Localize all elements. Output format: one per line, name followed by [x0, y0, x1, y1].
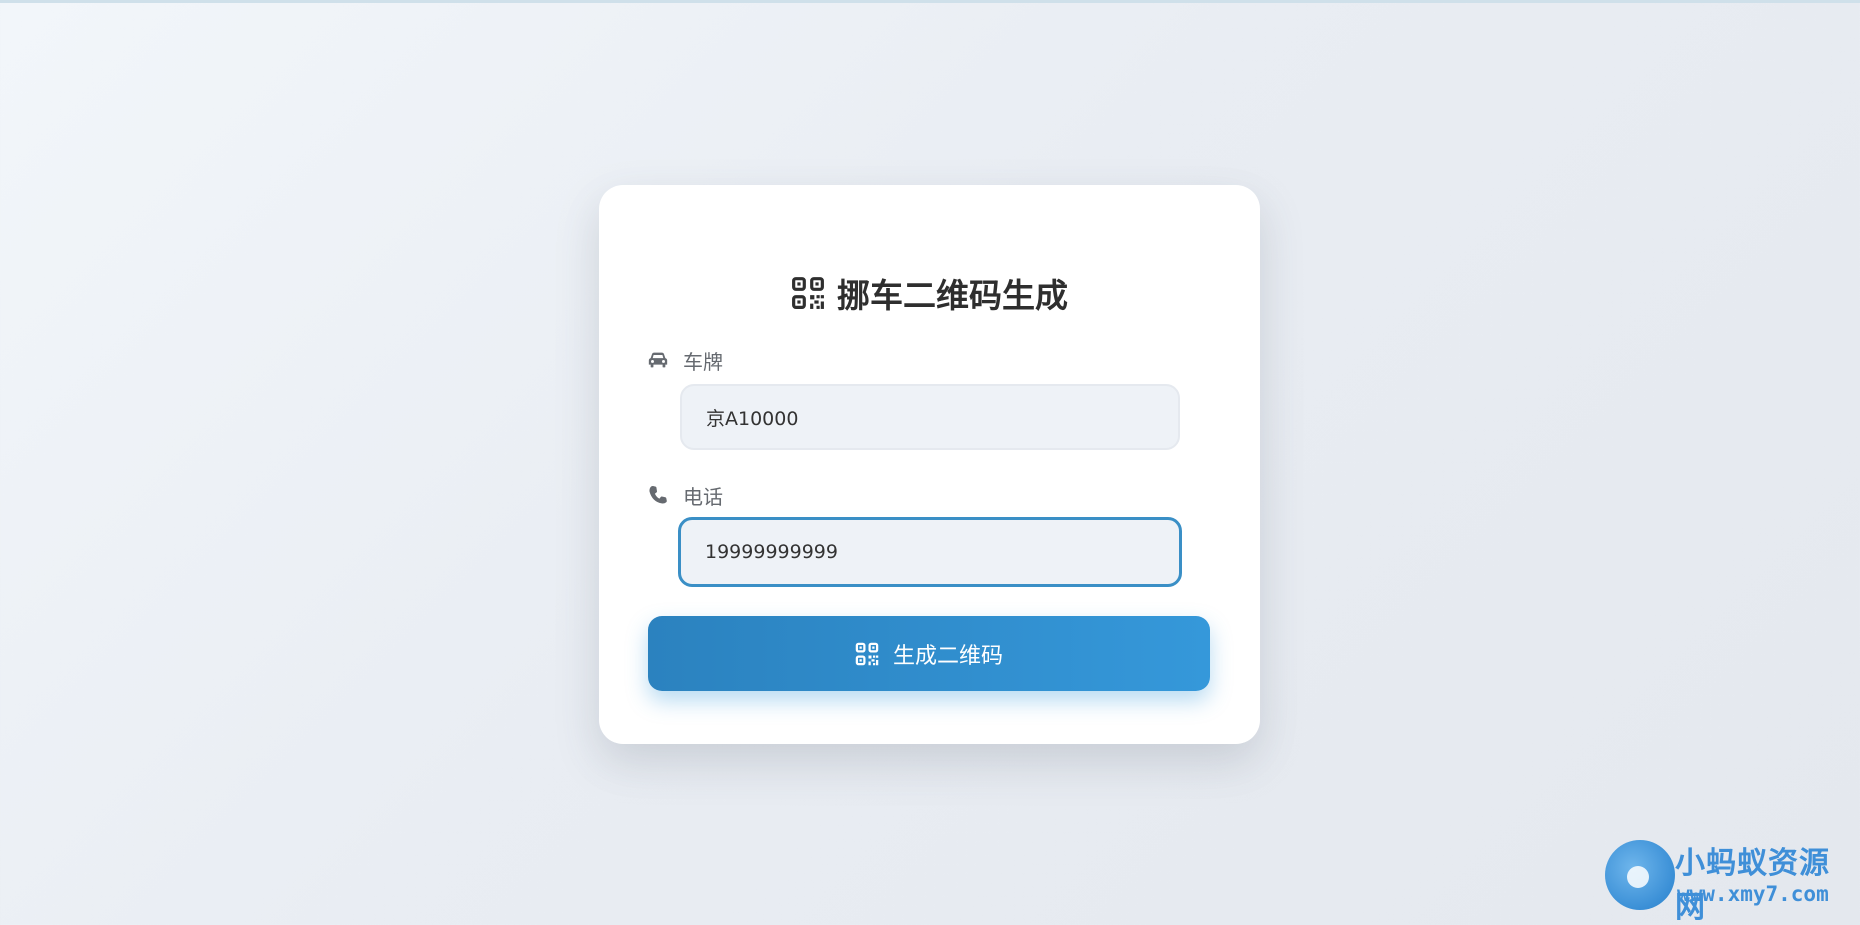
phone-input[interactable] [678, 517, 1182, 587]
page-title: 挪车二维码生成 [599, 269, 1260, 317]
plate-input[interactable] [680, 384, 1180, 450]
site-watermark: 小蚂蚁资源网 www.xmy7.com [1605, 838, 1855, 925]
page-title-text: 挪车二维码生成 [837, 276, 1068, 315]
phone-label-text: 电话 [683, 484, 723, 509]
phone-icon [647, 484, 669, 506]
car-icon [647, 349, 669, 371]
generate-button-label: 生成二维码 [892, 643, 1003, 669]
qrcode-icon [791, 276, 825, 310]
generate-qrcode-button[interactable]: 生成二维码 [648, 616, 1210, 691]
top-edge-line [0, 0, 1860, 3]
qr-generator-card: 挪车二维码生成 车牌 电话 [599, 185, 1260, 744]
ant-logo-icon [1605, 840, 1675, 910]
plate-label: 车牌 [647, 347, 723, 374]
qrcode-icon [855, 642, 879, 666]
watermark-site-url: www.xmy7.com [1677, 882, 1829, 906]
phone-label: 电话 [647, 482, 723, 509]
plate-label-text: 车牌 [683, 349, 723, 374]
